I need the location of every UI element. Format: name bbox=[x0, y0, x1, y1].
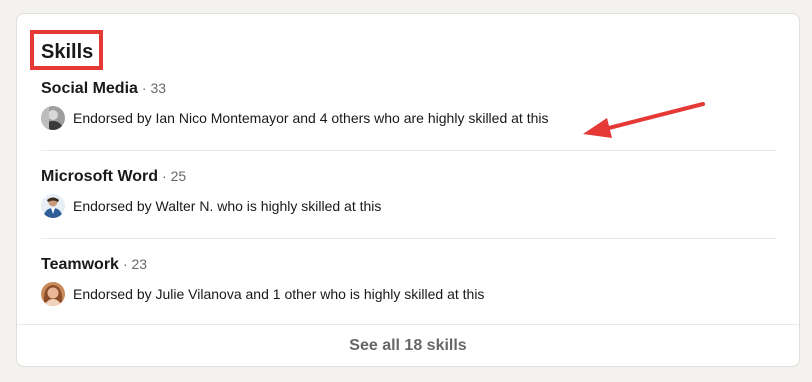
divider bbox=[41, 238, 776, 239]
avatar-icon bbox=[41, 106, 65, 130]
endorsement-row[interactable]: Endorsed by Walter N. who is highly skil… bbox=[41, 194, 381, 218]
skill-endorsement-count: · 33 bbox=[141, 80, 167, 96]
endorsement-row[interactable]: Endorsed by Julie Vilanova and 1 other w… bbox=[41, 282, 484, 306]
endorsement-row[interactable]: Endorsed by Ian Nico Montemayor and 4 ot… bbox=[41, 106, 548, 130]
endorsement-text: Endorsed by Ian Nico Montemayor and 4 ot… bbox=[73, 110, 549, 126]
annotation-arrow-icon bbox=[583, 102, 705, 138]
skill-header: Microsoft Word · 25 bbox=[41, 166, 186, 186]
skill-header: Teamwork · 23 bbox=[41, 254, 147, 274]
skill-header: Social Media · 33 bbox=[41, 78, 166, 98]
skill-endorsement-count: · 23 bbox=[122, 256, 148, 272]
skill-name-link[interactable]: Social Media bbox=[41, 80, 138, 97]
endorsement-text: Endorsed by Julie Vilanova and 1 other w… bbox=[73, 286, 485, 302]
skill-name-link[interactable]: Teamwork bbox=[41, 256, 119, 273]
skill-endorsement-count: · 25 bbox=[162, 168, 187, 184]
skills-card: Skills Social Media · 33 Endorsed by Ian … bbox=[16, 13, 800, 367]
avatar-icon bbox=[41, 282, 65, 306]
see-all-skills-button[interactable]: See all 18 skills bbox=[17, 324, 799, 366]
skill-name-link[interactable]: Microsoft Word bbox=[41, 168, 158, 185]
section-title: Skills bbox=[41, 41, 94, 63]
divider bbox=[41, 150, 776, 151]
avatar-icon bbox=[41, 194, 65, 218]
endorsement-text: Endorsed by Walter N. who is highly skil… bbox=[73, 198, 382, 214]
see-all-skills-label: See all 18 skills bbox=[349, 336, 467, 354]
